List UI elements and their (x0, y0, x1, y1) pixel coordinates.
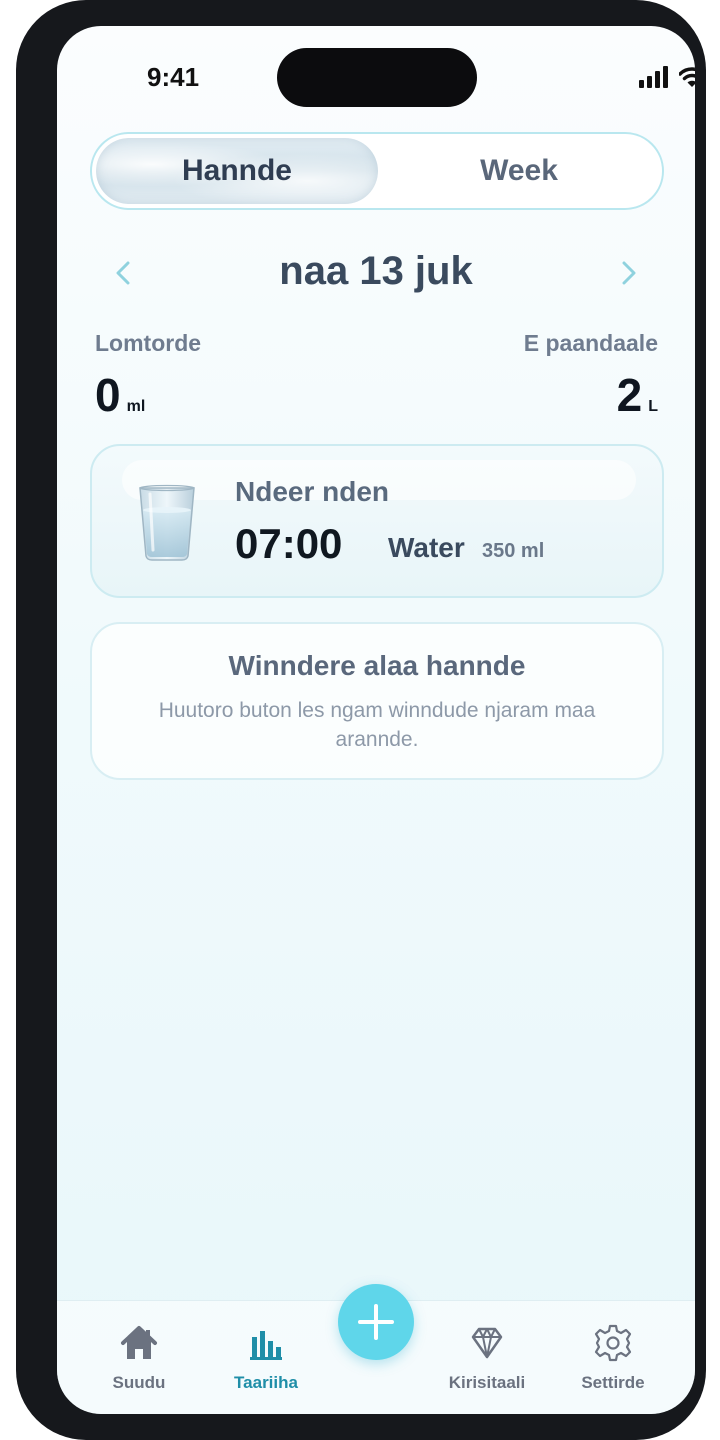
tab-premium[interactable]: Kirisitaali (432, 1323, 542, 1403)
entry-amount: 350 ml (482, 540, 545, 562)
tab-home[interactable]: Suudu (84, 1323, 194, 1403)
tab-settings-label: Settirde (581, 1373, 645, 1392)
date-navigator: naa 13 juk (57, 241, 695, 305)
empty-state-card: Winndere alaa hannde Huutoro buton les n… (90, 622, 664, 780)
phone-frame: 9:41 Hannde Week naa 13 juk Lomtorde 0 m… (16, 0, 706, 1440)
tab-week[interactable]: Week (378, 138, 660, 204)
tab-history[interactable]: Taariiha (211, 1323, 321, 1403)
tab-history-label: Taariiha (234, 1373, 298, 1392)
goal-unit: L (648, 398, 658, 415)
chevron-right-icon (622, 261, 636, 285)
goal-value: 2L (617, 368, 658, 422)
entry-title: Ndeer nden (235, 476, 390, 507)
tab-home-label: Suudu (112, 1373, 166, 1392)
consumed-value: 0 ml (95, 368, 145, 422)
water-glass-icon (139, 484, 195, 561)
empty-state-title: Winndere alaa hannde (228, 650, 526, 681)
empty-state-text: Huutoro buton les ngam winndude njaram m… (158, 699, 596, 751)
app-screen: 9:41 Hannde Week naa 13 juk Lomtorde 0 m… (57, 26, 695, 1414)
goal-label: E paandaale (523, 330, 658, 356)
dynamic-island (277, 48, 477, 107)
bar-chart-icon (250, 1331, 282, 1360)
tab-day[interactable]: Hannde (96, 138, 378, 204)
gear-icon (594, 1324, 632, 1362)
add-drink-button[interactable] (338, 1284, 414, 1360)
cellular-signal-icon (639, 66, 671, 88)
home-icon (121, 1326, 157, 1359)
tab-settings[interactable]: Settirde (558, 1323, 668, 1403)
period-segmented-control: Hannde Week (90, 132, 664, 210)
consumed-label: Lomtorde (95, 330, 202, 356)
entry-drink-name: Water (388, 532, 465, 563)
drink-entry-card[interactable]: Ndeer nden 07:00 Water 350 ml (90, 444, 664, 598)
tab-premium-label: Kirisitaali (448, 1373, 526, 1392)
next-day-button[interactable] (609, 253, 649, 293)
diamond-icon (471, 1327, 503, 1359)
goal-amount: 2 (616, 369, 643, 421)
wifi-icon (679, 67, 695, 87)
plus-icon (358, 1304, 394, 1340)
consumed-amount: 0 (95, 369, 121, 421)
date-title: naa 13 juk (279, 249, 473, 293)
entry-time: 07:00 (235, 520, 343, 567)
consumed-unit: ml (126, 398, 146, 415)
status-time: 9:41 (147, 62, 200, 92)
